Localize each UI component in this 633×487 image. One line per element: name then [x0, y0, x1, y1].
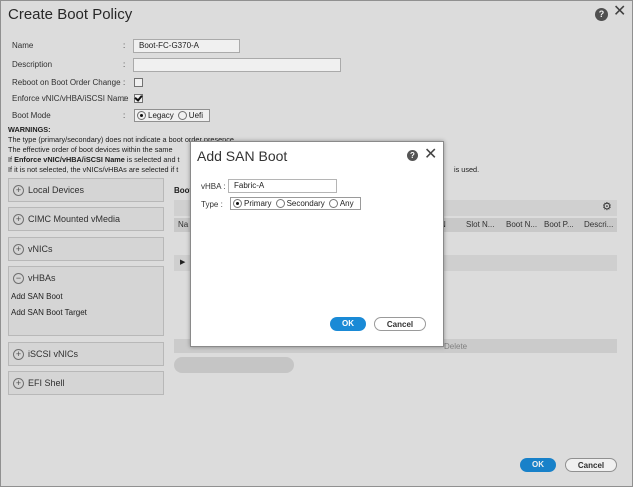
secondary-label: Secondary: [286, 199, 325, 208]
type-label: Type :: [201, 200, 223, 209]
type-secondary[interactable]: Secondary: [275, 199, 325, 208]
dialog-title: Add SAN Boot: [197, 148, 288, 164]
type-primary[interactable]: Primary: [233, 199, 272, 208]
vhba-input[interactable]: Fabric-A: [228, 179, 337, 193]
type-radio-group: Primary Secondary Any: [230, 197, 361, 210]
any-label: Any: [339, 199, 354, 208]
add-san-boot-dialog: Add SAN Boot ? ✕ vHBA : Fabric-A Type : …: [190, 141, 444, 347]
primary-label: Primary: [244, 199, 272, 208]
help-icon[interactable]: ?: [407, 150, 418, 161]
radio-icon: [328, 199, 338, 208]
dialog-cancel-button[interactable]: Cancel: [374, 317, 426, 331]
type-any[interactable]: Any: [328, 199, 354, 208]
dialog-ok-button[interactable]: OK: [330, 317, 366, 331]
vhba-label: vHBA :: [201, 182, 226, 191]
close-icon[interactable]: ✕: [424, 144, 437, 164]
radio-icon: [275, 199, 285, 208]
radio-icon: [233, 199, 242, 208]
